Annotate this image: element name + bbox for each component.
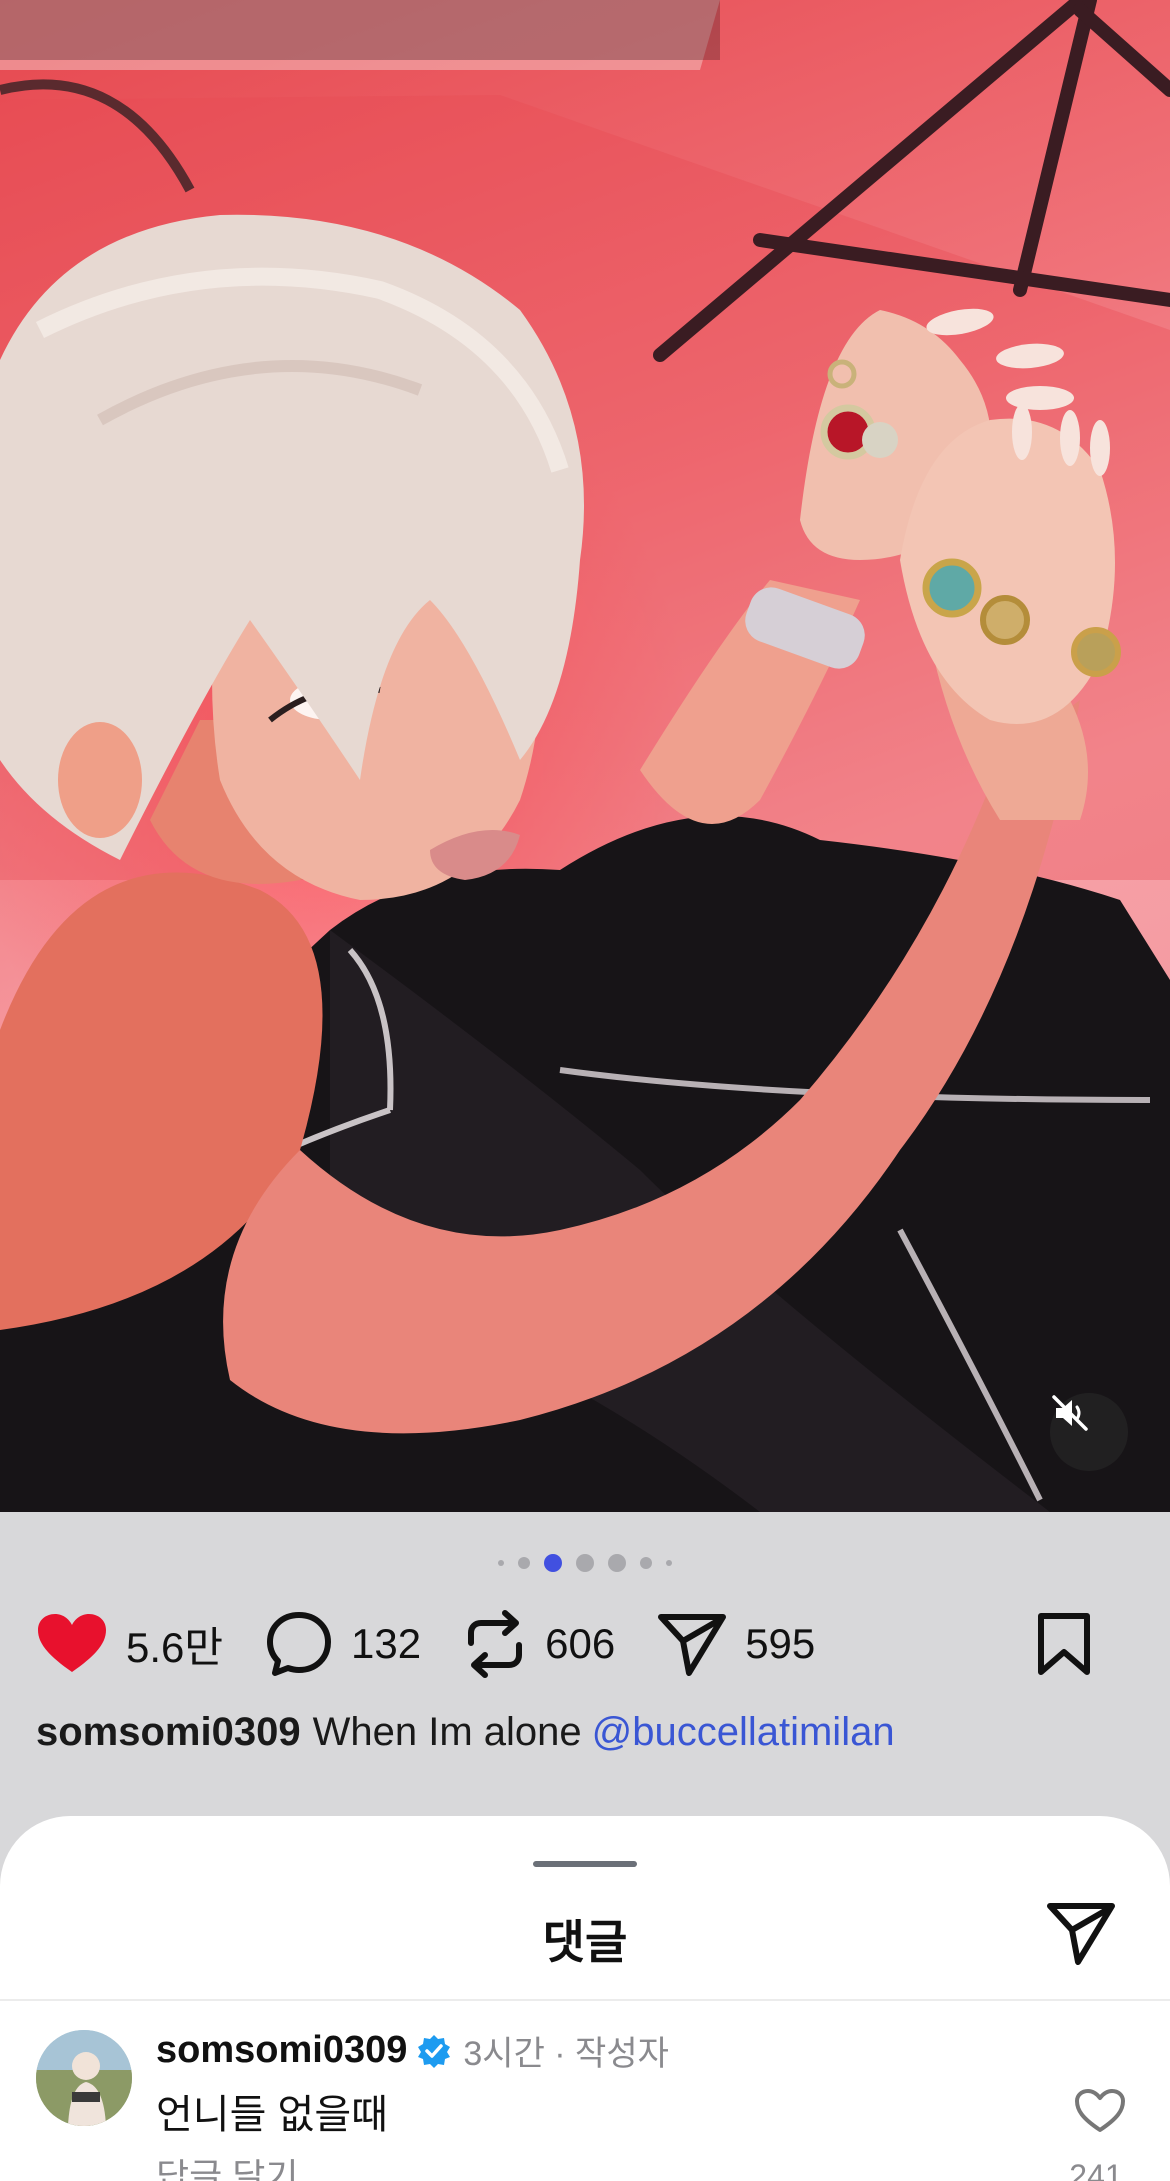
sheet-share-button[interactable] [1046, 1900, 1116, 1971]
avatar-photo [36, 2030, 132, 2126]
reply-button[interactable]: 답글 달기 [156, 2148, 298, 2181]
paper-plane-icon [658, 1614, 727, 1676]
bookmark-button[interactable] [1036, 1612, 1092, 1676]
mute-toggle-button[interactable] [1050, 1393, 1128, 1471]
action-bar: 5.6만 132 606 595 [36, 1604, 1134, 1684]
post-photo [0, 0, 1170, 1512]
paper-plane-icon [1047, 1903, 1115, 1965]
like-count: 5.6만 [126, 1623, 224, 1671]
comment-like-button[interactable] [1074, 2088, 1126, 2139]
carousel-dot [498, 1560, 504, 1566]
share-count: 595 [745, 1620, 816, 1667]
post-caption: somsomi0309 When Im alone @buccellatimilan [36, 1710, 1134, 1755]
caption-mention-link[interactable]: @buccellatimilan [592, 1710, 895, 1754]
comment-header: somsomi0309 3시간 · 작성자 [156, 2026, 669, 2075]
repost-icon [468, 1610, 523, 1678]
sheet-title: 댓글 [542, 1916, 628, 1968]
carousel-dot [666, 1560, 672, 1566]
post-media[interactable] [0, 0, 1170, 1512]
comment-text: 언니들 없을때 [156, 2093, 388, 2137]
caption-username[interactable]: somsomi0309 [36, 1710, 301, 1754]
like-button[interactable]: 5.6만 [36, 1612, 223, 1676]
carousel-dot [518, 1557, 530, 1569]
comment-button[interactable]: 132 [265, 1610, 421, 1678]
comment-like-count: 241 [1069, 2158, 1123, 2181]
comment-item: somsomi0309 3시간 · 작성자 언니들 없을때 답글 달기 241 [36, 2026, 1134, 2181]
share-button[interactable]: 595 [657, 1611, 815, 1677]
bookmark-icon [1038, 1613, 1090, 1675]
carousel-dot [640, 1557, 652, 1569]
post-viewer: 5.6만 132 606 595 somsomi0309 When Im alo… [0, 0, 1170, 2181]
comments-sheet: 댓글 somsomi0309 3시간 · 작성자 언니들 없을때 답글 달기 2… [0, 1816, 1170, 2181]
muted-speaker-icon [1052, 1395, 1088, 1431]
speech-bubble-icon [267, 1612, 332, 1676]
repost-button[interactable]: 606 [463, 1609, 615, 1679]
carousel-indicator [0, 1554, 1170, 1572]
heart-outline-icon [1075, 2089, 1125, 2132]
verified-badge-icon [418, 2034, 451, 2068]
comment-meta: 3시간 · 작성자 [463, 2035, 669, 2073]
carousel-dot [576, 1554, 594, 1572]
caption-text: When Im alone [312, 1710, 582, 1754]
repost-count: 606 [545, 1620, 616, 1667]
comment-username[interactable]: somsomi0309 [156, 2029, 407, 2072]
avatar[interactable] [36, 2030, 132, 2126]
sheet-divider [0, 1999, 1170, 2001]
comment-count: 132 [351, 1620, 422, 1667]
sheet-drag-handle[interactable] [533, 1861, 637, 1867]
post-actions-area: 5.6만 132 606 595 somsomi0309 When Im alo… [0, 1512, 1170, 1852]
carousel-dot [608, 1554, 626, 1572]
carousel-dot-active [544, 1554, 562, 1572]
heart-filled-icon [38, 1614, 106, 1672]
